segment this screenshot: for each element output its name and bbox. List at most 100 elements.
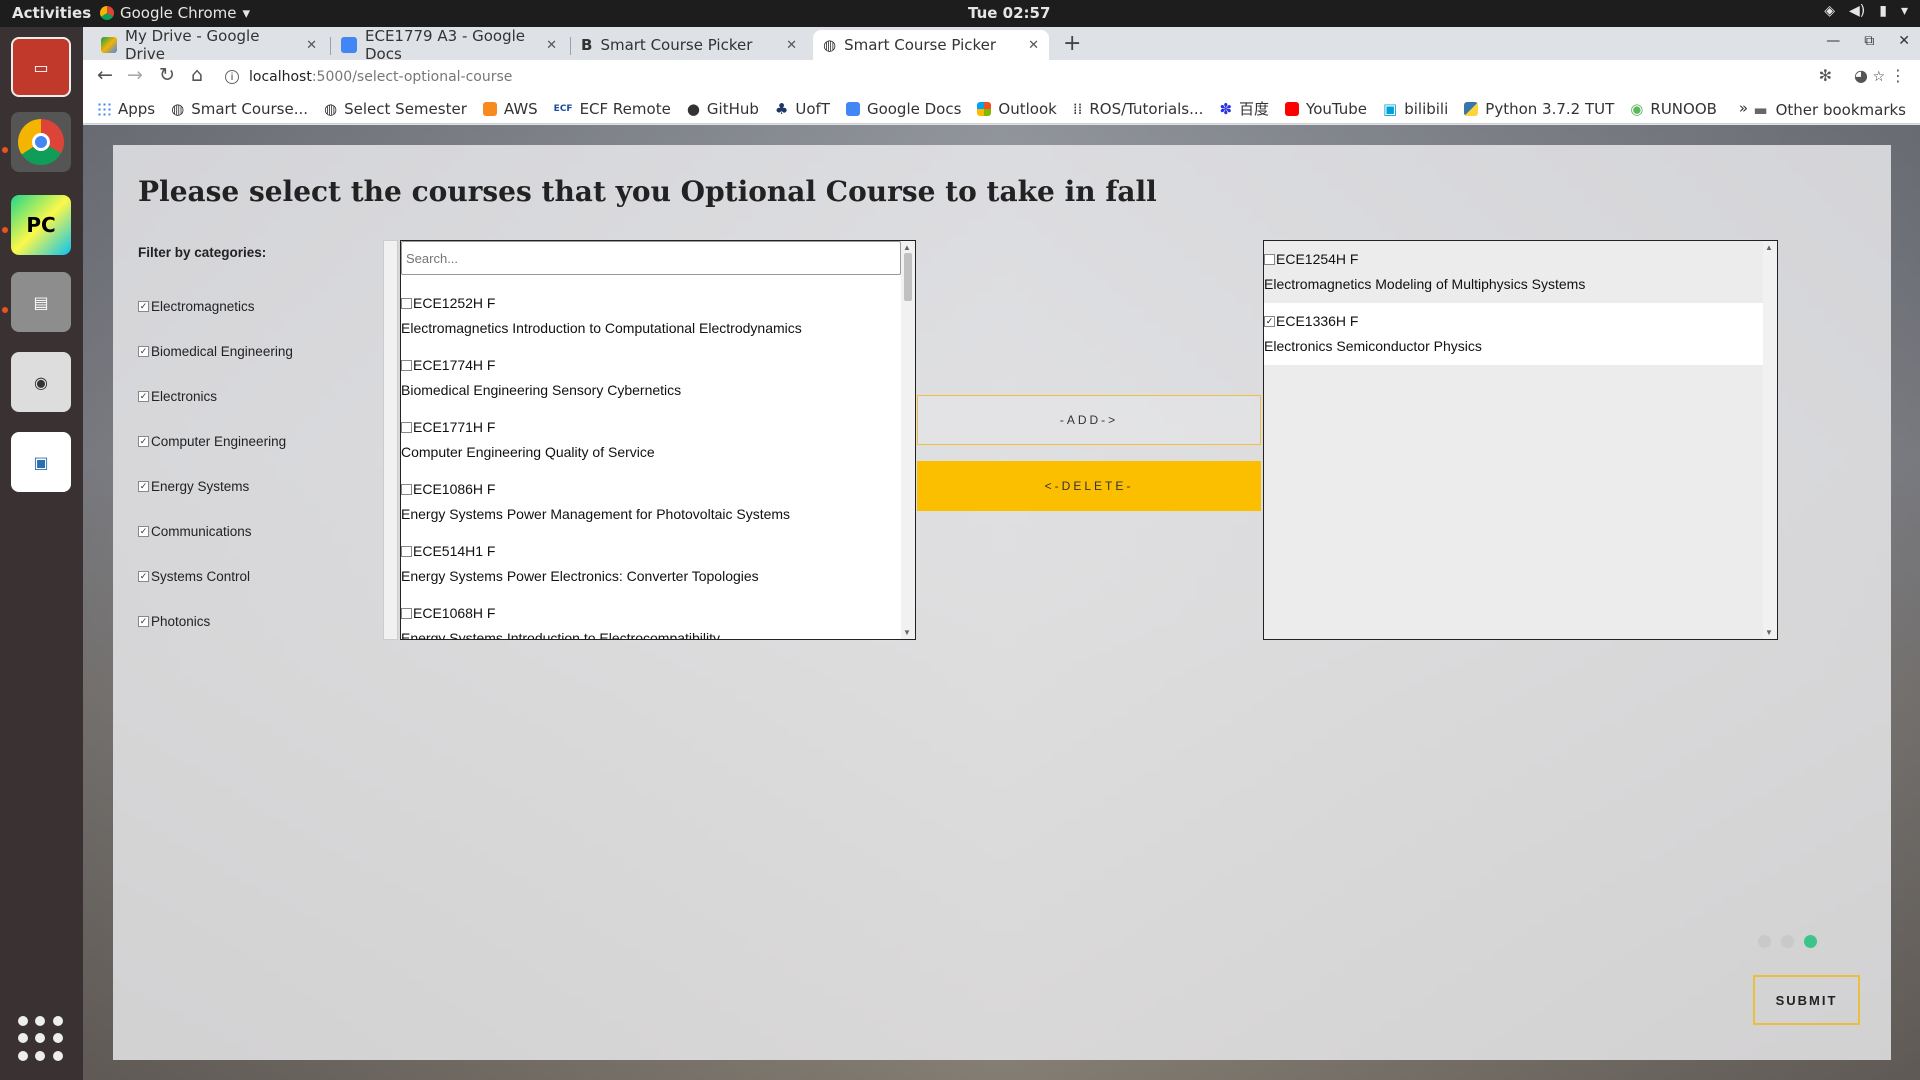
course-code: ECE514H1 F <box>413 543 496 559</box>
selected-course-item[interactable]: ✓ ECE1336H F Electronics Semiconductor Ph… <box>1264 303 1777 365</box>
bookmark-google-docs[interactable]: Google Docs <box>845 100 961 118</box>
scroll-down-icon[interactable]: ▼ <box>903 628 911 637</box>
file-manager-icon[interactable]: ▤ <box>11 272 71 332</box>
scroll-thumb[interactable] <box>904 253 912 301</box>
course-item[interactable]: ECE1774H F Biomedical Engineering Sensor… <box>401 353 915 415</box>
list-scrollbar[interactable]: ▲ ▼ <box>901 241 915 639</box>
checkbox[interactable] <box>401 545 412 557</box>
scroll-up-icon[interactable]: ▲ <box>1765 243 1773 252</box>
menu-icon[interactable]: ⋮ <box>1890 66 1906 85</box>
checkbox[interactable]: ✓ <box>1264 315 1275 327</box>
back-button[interactable]: ← <box>97 64 113 86</box>
activities-button[interactable]: Activities <box>12 4 91 22</box>
system-top-bar: Activities Google Chrome ▾ Tue 02:57 ◈ ◀… <box>0 0 1920 27</box>
category-electronics[interactable]: ✓ Electronics <box>138 374 368 419</box>
checkbox[interactable] <box>1264 253 1275 265</box>
list-scrollbar[interactable]: ▲ ▼ <box>1763 241 1777 639</box>
bookmark-outlook[interactable]: Outlook <box>977 100 1057 118</box>
pycharm-icon[interactable]: PC <box>11 195 71 255</box>
course-title: Electronics Semiconductor Physics <box>1264 338 1482 354</box>
tab-smart-course-picker-active[interactable]: ◍ Smart Course Picker ✕ <box>813 30 1049 60</box>
close-icon[interactable]: ✕ <box>306 38 317 53</box>
rhythmbox-icon[interactable]: ◉ <box>11 352 71 412</box>
category-photonics[interactable]: ✓ Photonics <box>138 599 368 644</box>
checkbox[interactable]: ✓ <box>138 436 149 447</box>
available-courses-list[interactable]: ECE1252H F Electromagnetics Introduction… <box>400 240 916 640</box>
bookmark-apps[interactable]: Apps <box>97 100 155 118</box>
show-applications-button[interactable] <box>18 1016 64 1062</box>
profile-avatar[interactable]: ◕ <box>1854 66 1868 85</box>
course-item[interactable]: ECE1771H F Computer Engineering Quality … <box>401 415 915 477</box>
bookmark-github[interactable]: ● GitHub <box>687 100 759 118</box>
selected-courses-list[interactable]: ECE1254H F Electromagnetics Modeling of … <box>1263 240 1778 640</box>
home-button[interactable]: ⌂ <box>191 64 203 86</box>
checkbox[interactable]: ✓ <box>138 481 149 492</box>
bookmark-ecf-remote[interactable]: ECF ECF Remote <box>554 100 671 118</box>
clock[interactable]: Tue 02:57 <box>968 4 1050 22</box>
bookmark-select-semester[interactable]: ◍ Select Semester <box>324 100 467 118</box>
category-electromagnetics[interactable]: ✓ Electromagnetics <box>138 284 368 329</box>
add-button[interactable]: -ADD-> <box>917 395 1261 445</box>
extension-icon[interactable]: ✻ <box>1819 66 1832 85</box>
minimize-icon[interactable]: — <box>1826 33 1840 49</box>
checkbox[interactable]: ✓ <box>138 301 149 312</box>
checkbox[interactable]: ✓ <box>138 526 149 537</box>
bookmark-smart-course[interactable]: ◍ Smart Course... <box>171 100 308 118</box>
bookmark-ros-tutorials[interactable]: ⁞⁞ ROS/Tutorials... <box>1073 100 1204 118</box>
checkbox[interactable] <box>401 607 412 619</box>
checkbox[interactable] <box>401 359 412 371</box>
category-systems-control[interactable]: ✓ Systems Control <box>138 554 368 599</box>
info-icon[interactable]: i <box>225 70 239 84</box>
scroll-down-icon[interactable]: ▼ <box>1765 628 1773 637</box>
checkbox[interactable]: ✓ <box>138 346 149 357</box>
forward-button[interactable]: → <box>127 64 143 86</box>
category-computer-engineering[interactable]: ✓ Computer Engineering <box>138 419 368 464</box>
tab-google-drive[interactable]: My Drive - Google Drive ✕ <box>91 27 327 63</box>
bookmark-bilibili[interactable]: ▣ bilibili <box>1383 100 1448 118</box>
close-icon[interactable]: ✕ <box>1028 38 1039 53</box>
youtube-icon <box>1285 101 1300 116</box>
close-icon[interactable]: ✕ <box>546 38 557 53</box>
course-item[interactable]: ECE1068H F Energy Systems Introduction t… <box>401 601 915 639</box>
close-icon[interactable]: ✕ <box>786 38 797 53</box>
checkbox[interactable]: ✓ <box>138 391 149 402</box>
bookmark-runoob[interactable]: ◉ RUNOOB <box>1630 100 1717 118</box>
bookmark-python[interactable]: Python 3.7.2 TUT <box>1464 100 1614 118</box>
selected-course-item[interactable]: ECE1254H F Electromagnetics Modeling of … <box>1264 241 1777 303</box>
submit-button[interactable]: SUBMIT <box>1753 975 1860 1025</box>
new-tab-button[interactable]: + <box>1063 31 1081 56</box>
close-window-icon[interactable]: ✕ <box>1898 33 1910 49</box>
reload-button[interactable]: ↻ <box>159 64 175 86</box>
image-viewer-icon[interactable]: ▣ <box>11 432 71 492</box>
checkbox[interactable] <box>401 483 412 495</box>
terminal-icon[interactable]: ▭ <box>11 37 71 97</box>
app-menu[interactable]: Google Chrome ▾ <box>100 4 250 22</box>
category-biomedical-engineering[interactable]: ✓ Biomedical Engineering <box>138 329 368 374</box>
category-energy-systems[interactable]: ✓ Energy Systems <box>138 464 368 509</box>
checkbox[interactable] <box>401 421 412 433</box>
tab-smart-course-picker[interactable]: B Smart Course Picker ✕ <box>571 30 807 60</box>
wifi-icon: ◈ <box>1824 3 1836 19</box>
bookmark-uoft[interactable]: ♣ UofT <box>775 100 830 118</box>
bookmark-baidu[interactable]: ✽ 百度 <box>1219 98 1269 119</box>
checkbox[interactable]: ✓ <box>138 616 149 627</box>
checkbox[interactable]: ✓ <box>138 571 149 582</box>
other-bookmarks[interactable]: ▬ Other bookmarks <box>1753 101 1906 119</box>
checkbox[interactable] <box>401 297 412 309</box>
bookmark-youtube[interactable]: YouTube <box>1285 100 1367 118</box>
category-communications[interactable]: ✓ Communications <box>138 509 368 554</box>
address-bar[interactable]: i localhost:5000/select-optional-course … <box>225 63 1885 91</box>
delete-button[interactable]: <-DELETE- <box>917 461 1261 511</box>
system-tray[interactable]: ◈ ◀) ▮ ▾ <box>1824 3 1908 19</box>
chrome-icon[interactable] <box>11 112 71 172</box>
bookmark-aws[interactable]: AWS <box>482 100 538 118</box>
course-item[interactable]: ECE1252H F Electromagnetics Introduction… <box>401 291 915 353</box>
restore-icon[interactable]: ⧉ <box>1864 33 1874 49</box>
more-bookmarks-button[interactable]: » <box>1739 99 1748 117</box>
scroll-up-icon[interactable]: ▲ <box>903 243 911 252</box>
search-input[interactable] <box>401 241 901 275</box>
course-item[interactable]: ECE514H1 F Energy Systems Power Electron… <box>401 539 915 601</box>
course-item[interactable]: ECE1086H F Energy Systems Power Manageme… <box>401 477 915 539</box>
outer-scrollbar[interactable] <box>383 240 398 640</box>
tab-google-docs[interactable]: ECE1779 A3 - Google Docs ✕ <box>331 27 567 63</box>
